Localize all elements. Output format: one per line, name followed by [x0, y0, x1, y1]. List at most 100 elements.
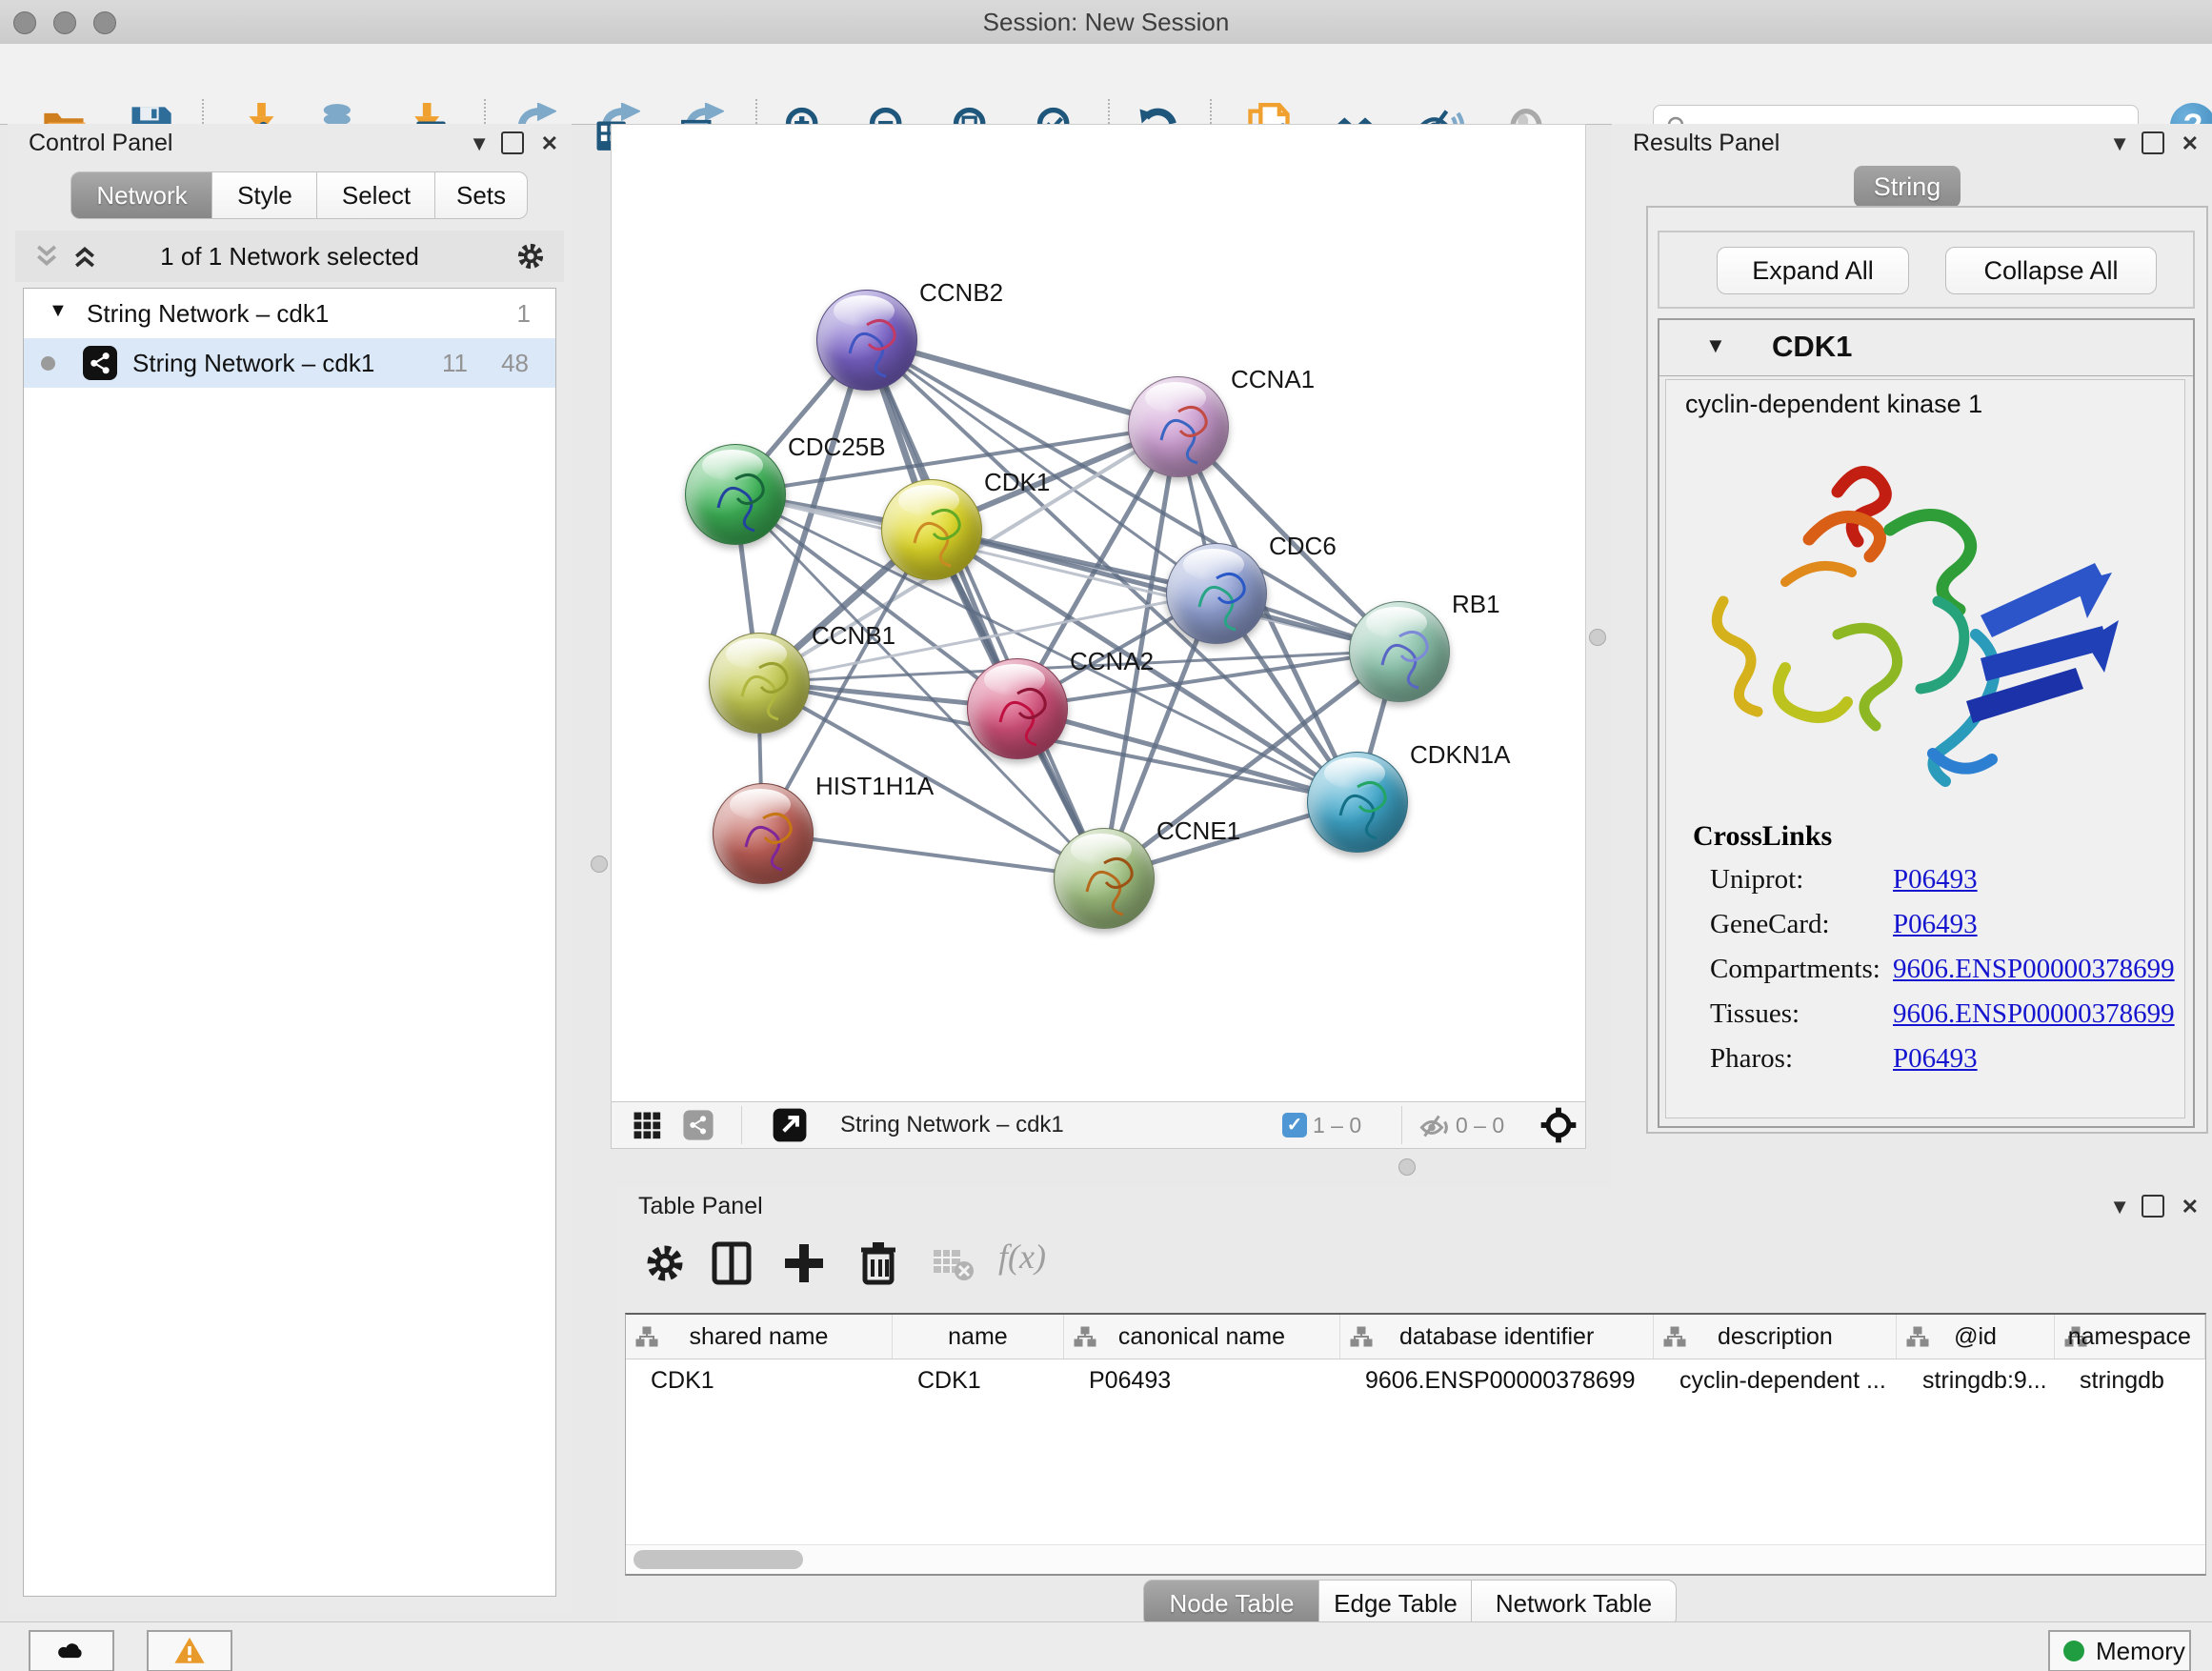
delete-column-icon[interactable] [855, 1240, 901, 1286]
panel-float-icon[interactable] [2142, 1195, 2164, 1218]
panel-float-icon[interactable] [2142, 131, 2164, 154]
table-cell[interactable]: stringdb:9... [1898, 1359, 2055, 1403]
network-canvas[interactable]: CCNB2CCNA1CDC25BCDK1CDC6RB1CCNB1CCNA2CDK… [611, 124, 1586, 1103]
hidden-eye-icon[interactable] [1418, 1109, 1452, 1148]
node-CCNA1[interactable] [1128, 376, 1229, 477]
crosslink-label: Compartments: [1710, 954, 1880, 985]
column-header-shared-name[interactable]: shared name [626, 1315, 893, 1359]
node-structure-image [968, 659, 1067, 758]
column-header-description[interactable]: description [1654, 1315, 1897, 1359]
expand-collapse-bar: Expand All Collapse All [1658, 231, 2195, 309]
network-tree: ▼ String Network – cdk1 1 String Network… [23, 288, 556, 1597]
node-CDK1[interactable] [881, 479, 982, 580]
panel-dropdown-icon[interactable]: ▼ [469, 131, 490, 156]
tab-edge-table[interactable]: Edge Table [1318, 1580, 1473, 1627]
memory-button[interactable]: Memory [2048, 1630, 2191, 1671]
column-header-namespace[interactable]: namespace [2055, 1315, 2205, 1359]
status-bar: Memory [0, 1621, 2212, 1671]
collapse-all-button[interactable]: Collapse All [1945, 247, 2157, 294]
open-in-new-icon[interactable] [772, 1107, 808, 1148]
tab-network-table[interactable]: Network Table [1471, 1580, 1677, 1627]
show-columns-icon[interactable] [709, 1240, 754, 1286]
tab-node-table[interactable]: Node Table [1143, 1580, 1320, 1627]
column-header-label: description [1654, 1323, 1896, 1351]
node-label-CCNE1: CCNE1 [1156, 816, 1240, 846]
splitter-handle-left[interactable] [591, 856, 608, 873]
table-row: CDK1CDK1P064939606.ENSP00000378699cyclin… [626, 1359, 2205, 1403]
network-collection-row[interactable]: ▼ String Network – cdk1 1 [24, 289, 555, 338]
column-header-name[interactable]: name [893, 1315, 1064, 1359]
horizontal-scrollbar[interactable] [626, 1544, 2205, 1574]
node-CDC6[interactable] [1166, 543, 1267, 644]
cytoscape-window: Session: New Session [0, 0, 2212, 1671]
expand-all-button[interactable]: Expand All [1717, 247, 1909, 294]
panel-close-icon[interactable]: ✕ [2182, 1195, 2199, 1219]
tab-network[interactable]: Network [70, 171, 213, 219]
separator [1401, 1106, 1402, 1144]
collection-count: 1 [517, 299, 531, 329]
node-RB1[interactable] [1349, 601, 1450, 702]
birdseye-icon[interactable] [1539, 1106, 1578, 1149]
table-cell[interactable]: stringdb [2055, 1359, 2205, 1403]
tab-sets[interactable]: Sets [434, 171, 528, 219]
tab-style[interactable]: Style [211, 171, 318, 219]
tab-string[interactable]: String [1854, 166, 1961, 208]
node-CCNA2[interactable] [967, 658, 1068, 759]
cloud-button[interactable] [29, 1630, 114, 1671]
warning-button[interactable] [147, 1630, 232, 1671]
crosslink-link[interactable]: P06493 [1893, 864, 1978, 896]
panel-dropdown-icon[interactable]: ▼ [2109, 131, 2130, 156]
delete-table-icon[interactable] [930, 1240, 975, 1286]
column-header-canonical-name[interactable]: canonical name [1064, 1315, 1340, 1359]
share-view-icon[interactable] [682, 1109, 714, 1146]
table-cell[interactable]: cyclin-dependent ... [1655, 1359, 1898, 1403]
table-cell[interactable]: 9606.ENSP00000378699 [1340, 1359, 1655, 1403]
panel-close-icon[interactable]: ✕ [541, 131, 558, 156]
separator [741, 1106, 742, 1144]
node-CCNE1[interactable] [1054, 828, 1155, 929]
grid-view-icon[interactable] [631, 1109, 663, 1146]
crosslink-link[interactable]: P06493 [1893, 909, 1978, 940]
function-builder-icon[interactable]: f(x) [998, 1237, 1046, 1277]
crosslink-link[interactable]: 9606.ENSP00000378699 [1893, 954, 2175, 985]
node-HIST1H1A[interactable] [713, 783, 814, 884]
panel-dropdown-icon[interactable]: ▼ [2109, 1195, 2130, 1219]
collapse-caret-icon[interactable]: ▼ [1705, 333, 1726, 358]
selected-checkbox-icon[interactable]: ✓ [1282, 1113, 1307, 1137]
results-panel: Results Panel ▼ ✕ String Expand All Coll… [1612, 124, 2212, 1187]
panel-float-icon[interactable] [501, 131, 524, 154]
column-header-database-identifier[interactable]: database identifier [1340, 1315, 1655, 1359]
scrollbar-thumb[interactable] [633, 1550, 803, 1569]
node-CDKN1A[interactable] [1307, 752, 1408, 853]
column-header--id[interactable]: @id [1897, 1315, 2054, 1359]
node-CCNB2[interactable] [816, 290, 917, 391]
splitter-handle-right[interactable] [1589, 629, 1606, 646]
node-structure-image [686, 445, 785, 544]
network-list-toolbar: 1 of 1 Network selected [15, 231, 564, 282]
results-panel-title: Results Panel [1633, 130, 1780, 157]
node-CDC25B[interactable] [685, 444, 786, 545]
table-cell[interactable]: CDK1 [626, 1359, 893, 1403]
table-cell[interactable]: CDK1 [893, 1359, 1064, 1403]
collection-caret-icon[interactable]: ▼ [49, 300, 68, 322]
control-panel: Control Panel ▼ ✕ Network Style Select S… [8, 124, 572, 1612]
edge-HIST1H1A-CCNE1[interactable] [762, 833, 1103, 877]
add-column-icon[interactable] [781, 1240, 827, 1286]
crosslink-row: Compartments: 9606.ENSP00000378699 [1666, 954, 2184, 998]
current-network-dot [41, 356, 55, 371]
table-cell[interactable]: P06493 [1064, 1359, 1340, 1403]
splitter-handle-bottom[interactable] [1398, 1158, 1416, 1176]
column-header-label: canonical name [1064, 1323, 1339, 1351]
crosslink-label: Tissues: [1710, 998, 1800, 1030]
node-label-CDKN1A: CDKN1A [1410, 740, 1510, 770]
panel-close-icon[interactable]: ✕ [2182, 131, 2199, 156]
node-result-body: cyclin-dependent kinase 1 [1665, 379, 2185, 1118]
network-row-selected[interactable]: String Network – cdk1 11 48 [24, 338, 555, 388]
table-settings-gear-icon[interactable] [642, 1240, 688, 1286]
crosslink-link[interactable]: 9606.ENSP00000378699 [1893, 998, 2175, 1030]
crosslink-link[interactable]: P06493 [1893, 1043, 1978, 1075]
node-result-header[interactable]: ▼ CDK1 [1659, 320, 2193, 376]
tab-select[interactable]: Select [316, 171, 436, 219]
network-options-gear-icon[interactable] [514, 240, 547, 277]
node-CCNB1[interactable] [709, 633, 810, 734]
